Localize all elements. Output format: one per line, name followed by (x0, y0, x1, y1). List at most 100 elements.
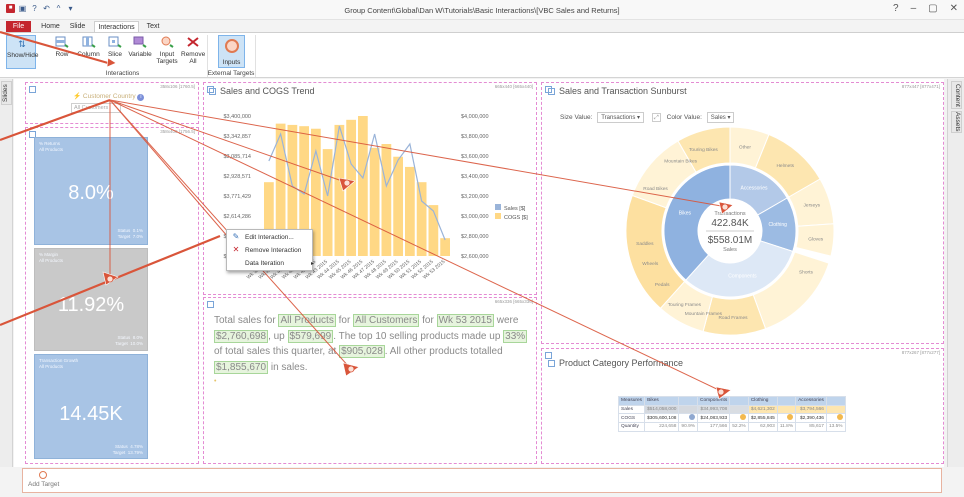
category-table-title: Product Category Performance (548, 358, 683, 368)
table-header-cell[interactable]: Clothing (747, 396, 778, 406)
left-side-strip: Slides (0, 79, 13, 467)
content-tab[interactable]: Content (951, 81, 962, 109)
panel-coord: 665x336 [665x336] (494, 299, 533, 304)
table-header-cell[interactable] (729, 396, 749, 406)
outer-ring-label: Saddles (636, 241, 654, 247)
tab-file[interactable]: File (6, 21, 31, 32)
right-axis-tick: $2,800,000 (461, 234, 489, 240)
story-value[interactable]: $579,699 (287, 329, 334, 343)
table-header-cell[interactable] (678, 396, 699, 406)
kpi-value: 11.92% (57, 294, 125, 316)
cogs-bar (369, 147, 380, 256)
kpi-card-transaction-growth[interactable]: Transaction Growth All Products 14.45K S… (34, 354, 148, 459)
info-icon[interactable]: i (137, 94, 145, 101)
sunburst-title: Sales and Transaction Sunburst (548, 86, 687, 96)
panel-coord: 877x267 [877x277] (901, 350, 940, 355)
customer-country-select[interactable]: All Customers (71, 103, 121, 113)
story-value[interactable]: $905,028 (339, 345, 385, 358)
outer-ring-label: Mountain Bikes (664, 159, 697, 165)
show-hide-button[interactable]: ⇅ Show/Hide (6, 35, 38, 69)
ribbon-separator (255, 35, 256, 77)
table-header-cell[interactable]: Components (697, 396, 731, 406)
center-bottom-label: Sales (723, 247, 737, 253)
remove-all-button[interactable]: Remove All (181, 36, 205, 65)
remove-interaction-item[interactable]: ✕ Remove Interaction (231, 244, 302, 256)
outer-ring-label: Road Frames (718, 315, 748, 321)
data-iteration-item[interactable]: Data Iteration ▸ (231, 258, 315, 270)
target-icon (225, 39, 239, 53)
swap-icon[interactable]: ⤢ (651, 113, 661, 122)
table-cell: $24,083,933 (697, 413, 731, 423)
cogs-bar (346, 119, 356, 257)
target-tray[interactable]: Add Target (22, 468, 942, 493)
table-cell: 11.8% (776, 422, 797, 432)
chart-icon (209, 88, 216, 95)
slice-button[interactable]: Slice (105, 36, 125, 58)
target-icon (39, 471, 47, 479)
chart-icon (548, 88, 555, 95)
right-axis-tick: $3,400,000 (461, 174, 489, 180)
story-value[interactable]: All Products (278, 314, 336, 327)
assets-tab[interactable]: Assets (951, 111, 962, 133)
tab-slide[interactable]: Slide (65, 21, 90, 32)
row-button[interactable]: Row (50, 36, 74, 58)
story-value[interactable]: $1,855,670 (214, 360, 269, 374)
right-axis-tick: $3,000,000 (461, 214, 489, 220)
story-value[interactable]: Wk 53 2015 (436, 314, 494, 327)
cogs-bar (322, 149, 333, 256)
input-targets-button[interactable]: Input Targets (154, 36, 180, 65)
inner-ring-label: Bikes (679, 211, 692, 217)
table-cell: $305,600,108 (644, 413, 680, 423)
cogs-bar (428, 205, 439, 256)
submenu-arrow-icon: ▸ (311, 261, 315, 267)
kpi-card-returns[interactable]: % Returns All Products 8.0% Status 0.1% … (34, 137, 148, 245)
slides-tab[interactable]: Slides (1, 81, 12, 105)
table-cell (729, 404, 749, 414)
group-interactions-label: Interactions (105, 70, 140, 77)
story-text: for (419, 315, 437, 326)
kpi-card-margin[interactable]: % Margin All Products 11.92% Status 8.0%… (34, 248, 148, 351)
edit-interaction-item[interactable]: ✎ Edit Interaction... (231, 231, 294, 243)
remove-icon: ✕ (232, 245, 240, 254)
status-icon (787, 414, 794, 420)
table-row[interactable]: Sales $514,058,000 $34,993,708 $4,621,302 $3… (617, 404, 846, 414)
cogs-bar (358, 116, 368, 256)
add-target-label: Add Target (28, 481, 60, 488)
inputs-button[interactable]: Inputs (218, 35, 245, 68)
table-row[interactable]: Quantity 224,658 90.9% 177,566 52.2% 62,903 11… (617, 422, 846, 432)
table-header-cell[interactable]: Bikes (644, 396, 680, 406)
story-text: Total sales for (214, 315, 279, 326)
legend-label: COGS [$] (504, 215, 528, 221)
outer-ring-label: Other (739, 144, 751, 150)
minimize-button[interactable]: – (911, 3, 917, 14)
tab-home[interactable]: Home (38, 21, 63, 32)
filter-icon: ⚡ (73, 93, 82, 100)
variable-button[interactable]: Variable (127, 36, 153, 58)
left-axis-tick: $3,400,000 (223, 114, 251, 120)
context-menu: ✎ Edit Interaction... ✕ Remove Interaction… (226, 229, 315, 271)
table-row[interactable]: COGS $305,600,108 $24,083,933 $2,855,845 $2,… (617, 413, 846, 423)
close-button[interactable]: ✕ (950, 3, 958, 14)
table-header-cell[interactable] (825, 396, 846, 406)
panel-coord: 665x440 [665x440] (494, 84, 533, 89)
inner-ring-label: Clothing (769, 222, 788, 228)
filter-panel[interactable]: 358x106 [1760.5] ⚡ Customer Country i Al… (25, 82, 199, 124)
table-header-cell[interactable]: Accessories (795, 396, 827, 406)
tab-interactions[interactable]: Interactions (94, 21, 139, 32)
variable-icon (133, 36, 147, 48)
cogs-bar (405, 166, 415, 256)
story-value[interactable]: 33% (503, 329, 528, 343)
filter-label: ⚡ Customer Country i (73, 92, 145, 101)
maximize-button[interactable]: ▢ (928, 3, 937, 14)
story-value[interactable]: $2,760,698 (214, 329, 269, 343)
table-header-cell[interactable]: Measures (617, 396, 646, 406)
table-header-cell[interactable] (776, 396, 797, 406)
column-button[interactable]: Column (75, 36, 102, 58)
table-cell (729, 413, 749, 423)
row-header-cell: Quantity (617, 422, 646, 432)
help-button[interactable]: ? (893, 3, 899, 14)
tab-text[interactable]: Text (142, 21, 164, 32)
story-value[interactable]: All Customers (353, 314, 420, 327)
category-table[interactable]: Measures Bikes Components Clothing Accessori… (617, 396, 846, 432)
sunburst-chart[interactable]: Transactions422.84K $558.01MSales Accessor… (600, 122, 860, 340)
